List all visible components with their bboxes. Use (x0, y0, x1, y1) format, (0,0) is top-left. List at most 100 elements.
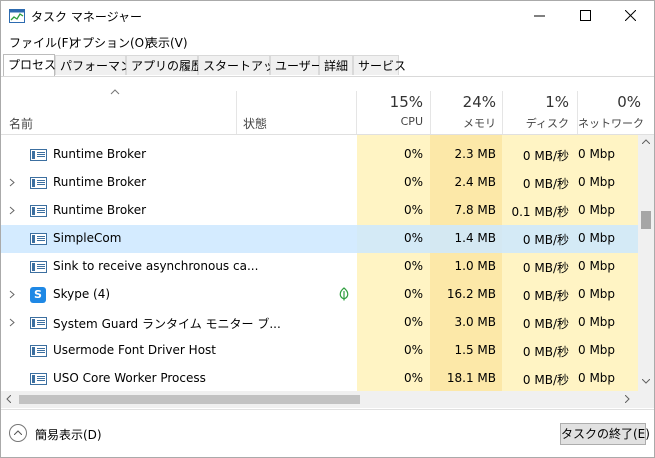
scroll-right-icon[interactable] (625, 395, 630, 403)
memory-value: 1.0 MB (454, 259, 496, 273)
disk-value: 0 MB/秒 (522, 345, 569, 359)
task-manager-window: タスク マネージャー ファイル(F) オプション(O) 表示(V) プロセス パ… (0, 0, 655, 458)
tab-startup[interactable]: スタートアップ (198, 55, 287, 75)
disk-percent[interactable]: 1% (503, 93, 569, 111)
expand-chevron-icon[interactable] (9, 178, 15, 187)
memory-value: 2.3 MB (454, 147, 496, 161)
network-value: 0 Mbp (578, 371, 616, 385)
tab-app-history[interactable]: アプリの履歴 (126, 55, 203, 75)
tab-performance[interactable]: パフォーマンス (55, 55, 144, 75)
minimize-icon (534, 15, 545, 17)
cpu-value: 0% (403, 203, 423, 217)
process-icon (30, 261, 47, 273)
network-percent[interactable]: 0% (578, 93, 641, 111)
column-divider (236, 91, 237, 134)
disk-value: 0 MB/秒 (522, 233, 569, 247)
process-name: Runtime Broker (53, 203, 147, 217)
memory-value: 18.1 MB (446, 371, 496, 385)
tab-details[interactable]: 詳細 (319, 55, 353, 75)
memory-value: 3.0 MB (454, 315, 496, 329)
expand-chevron-icon[interactable] (9, 206, 15, 215)
scroll-down-icon[interactable] (642, 379, 650, 384)
task-manager-app-icon (9, 9, 25, 23)
network-value: 0 Mbp (578, 315, 616, 329)
network-value: 0 Mbp (578, 203, 616, 217)
network-value: 0 Mbp (578, 259, 616, 273)
process-row[interactable]: USO Core Worker Process 0% 18.1 MB 0 MB/秒 0 … (1, 365, 638, 391)
skype-icon: S (30, 287, 46, 303)
process-name: USO Core Worker Process (53, 371, 206, 385)
column-disk[interactable]: ディスク (503, 115, 569, 131)
column-name[interactable]: 名前 (9, 115, 33, 132)
efficiency-leaf-icon (339, 287, 349, 301)
disk-value: 0 MB/秒 (522, 317, 569, 331)
memory-value: 1.4 MB (454, 231, 496, 245)
close-button[interactable] (608, 1, 654, 31)
minimize-button[interactable] (517, 1, 563, 31)
memory-value: 2.4 MB (454, 175, 496, 189)
process-row[interactable]: Runtime Broker 0% 2.3 MB 0 MB/秒 0 Mbp (1, 141, 638, 169)
memory-value: 16.2 MB (446, 287, 496, 301)
memory-percent[interactable]: 24% (431, 93, 496, 111)
expand-chevron-icon[interactable] (9, 318, 15, 327)
process-row[interactable]: Runtime Broker 0% 2.4 MB 0 MB/秒 0 Mbp (1, 169, 638, 197)
maximize-button[interactable] (563, 1, 609, 31)
scroll-left-icon[interactable] (6, 395, 11, 403)
process-icon (30, 205, 47, 217)
tab-services[interactable]: サービス (353, 55, 406, 75)
cpu-percent[interactable]: 15% (357, 93, 423, 111)
window-title: タスク マネージャー (31, 10, 142, 24)
process-row[interactable]: System Guard ランタイム モニター ブ... 0% 3.0 MB 0 MB… (1, 309, 638, 337)
disk-value: 0 MB/秒 (522, 261, 569, 275)
process-icon (30, 177, 47, 189)
scrollbar-corner (638, 391, 654, 408)
process-row[interactable]: Runtime Broker 0% 7.8 MB 0.1 MB/秒 0 Mbp (1, 197, 638, 225)
cpu-value: 0% (403, 343, 423, 357)
tab-processes[interactable]: プロセス (3, 54, 56, 76)
disk-value: 0.1 MB/秒 (511, 205, 569, 219)
process-name: Runtime Broker (53, 147, 147, 161)
memory-value: 7.8 MB (454, 203, 496, 217)
process-name: Skype (4) (53, 287, 111, 301)
network-value: 0 Mbp (578, 147, 616, 161)
column-network[interactable]: ネットワーク (578, 115, 644, 131)
process-row[interactable]: S Skype (4) 0% 16.2 MB 0 MB/秒 0 Mbp (1, 281, 638, 309)
process-icon (30, 373, 47, 385)
tab-users[interactable]: ユーザー (270, 55, 323, 75)
sort-ascending-icon (110, 89, 120, 95)
end-task-button[interactable]: タスクの終了(E) (560, 423, 650, 445)
menu-options[interactable]: オプション(O) (70, 34, 149, 51)
column-cpu[interactable]: CPU (357, 115, 423, 128)
cpu-value: 0% (403, 287, 423, 301)
column-memory[interactable]: メモリ (431, 115, 496, 131)
expand-chevron-icon[interactable] (9, 290, 15, 299)
network-value: 0 Mbp (578, 287, 616, 301)
process-row[interactable]: Sink to receive asynchronous ca... 0% 1.0 … (1, 253, 638, 281)
process-row[interactable]: Usermode Font Driver Host 0% 1.5 MB 0 MB/秒 0… (1, 337, 638, 365)
network-value: 0 Mbp (578, 343, 616, 357)
footer: 簡易表示(D) タスクの終了(E) (1, 409, 654, 457)
horizontal-scrollbar[interactable] (1, 391, 638, 408)
menu-file[interactable]: ファイル(F) (9, 34, 73, 51)
cpu-value: 0% (403, 259, 423, 273)
menu-view[interactable]: 表示(V) (146, 34, 188, 51)
cpu-value: 0% (403, 231, 423, 245)
disk-value: 0 MB/秒 (522, 289, 569, 303)
process-row[interactable]: SimpleCom 0% 1.4 MB 0 MB/秒 0 Mbp (1, 225, 638, 253)
disk-value: 0 MB/秒 (522, 373, 569, 387)
network-value: 0 Mbp (578, 231, 616, 245)
scroll-up-icon[interactable] (642, 139, 650, 144)
cpu-value: 0% (403, 315, 423, 329)
disk-value: 0 MB/秒 (522, 149, 569, 163)
vertical-scrollbar[interactable] (638, 135, 654, 391)
column-status[interactable]: 状態 (243, 115, 267, 132)
process-name: SimpleCom (53, 231, 122, 245)
process-icon (30, 317, 47, 329)
disk-value: 0 MB/秒 (522, 177, 569, 191)
menu-bar: ファイル(F) オプション(O) 表示(V) (1, 32, 654, 52)
process-name: Sink to receive asynchronous ca... (53, 259, 259, 273)
vertical-scroll-thumb[interactable] (641, 211, 651, 229)
title-bar[interactable]: タスク マネージャー (1, 1, 654, 31)
process-icon (30, 149, 47, 161)
horizontal-scroll-thumb[interactable] (19, 395, 360, 404)
